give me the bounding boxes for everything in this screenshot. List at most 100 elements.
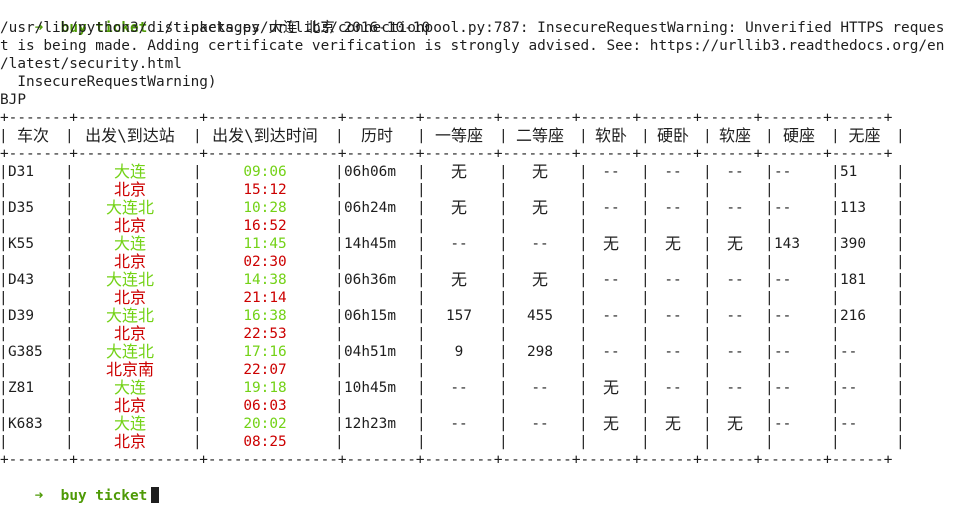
column-divider: | [641, 164, 650, 180]
cell-first: -- [450, 236, 468, 252]
cell-no-seat: 181 [840, 272, 866, 288]
arrival-station: 北京 [113, 324, 146, 343]
column-divider: | [0, 344, 8, 360]
departure-time: 16:38 [243, 308, 287, 324]
column-divider: | [417, 308, 426, 324]
column-divider: | [896, 416, 905, 432]
column-divider: | [703, 398, 712, 414]
table-header-border: +-------+--------------+---------------+… [0, 146, 893, 162]
column-divider: | [0, 128, 8, 144]
cell-soft-seat: 无 [726, 234, 743, 253]
column-divider: | [703, 236, 712, 252]
column-divider: | [703, 272, 712, 288]
arrival-station: 北京 [113, 216, 146, 235]
column-divider: | [896, 308, 905, 324]
cell-soft-seat: 无 [726, 414, 743, 433]
departure-station: 大连 [113, 414, 146, 433]
column-divider: | [193, 434, 202, 450]
arrival-time: 21:14 [243, 290, 287, 306]
cell-hard-seat: -- [774, 416, 792, 432]
departure-station: 大连 [113, 234, 146, 253]
cell-second: 298 [527, 344, 553, 360]
column-divider: | [335, 164, 344, 180]
column-divider: | [765, 326, 774, 342]
terminal-window[interactable]: ➜ buy ticket ./tickets.py 大连 北京 2016-10-… [0, 0, 980, 504]
cell-hard-sleep: -- [664, 344, 682, 360]
column-divider: | [765, 272, 774, 288]
column-divider: | [831, 362, 840, 378]
departure-station: 大连北 [105, 342, 154, 361]
column-divider: | [335, 326, 344, 342]
column-divider: | [579, 254, 588, 270]
column-divider: | [193, 218, 202, 234]
arrival-time: 22:53 [243, 326, 287, 342]
column-divider: | [193, 326, 202, 342]
column-divider: | [0, 434, 8, 450]
column-header: 历时 [360, 126, 393, 145]
arrival-station: 北京 [113, 288, 146, 307]
column-divider: | [417, 182, 426, 198]
column-divider: | [896, 218, 905, 234]
cell-hard-sleep: 无 [664, 234, 681, 253]
column-divider: | [765, 200, 774, 216]
column-divider: | [703, 344, 712, 360]
column-divider: | [579, 416, 588, 432]
cell-dur: 04h51m [344, 344, 396, 360]
column-divider: | [499, 128, 508, 144]
cell-train: G385 [8, 344, 43, 360]
column-divider: | [831, 200, 840, 216]
arrival-time: 02:30 [243, 254, 287, 270]
column-divider: | [765, 164, 774, 180]
column-divider: | [193, 236, 202, 252]
cell-second: -- [531, 236, 549, 252]
arrival-time: 15:12 [243, 182, 287, 198]
column-divider: | [579, 272, 588, 288]
column-divider: | [193, 254, 202, 270]
cell-second: -- [531, 380, 549, 396]
cell-no-seat: -- [840, 380, 858, 396]
column-divider: | [0, 236, 8, 252]
column-divider: | [499, 416, 508, 432]
column-divider: | [335, 416, 344, 432]
cell-hard-sleep: -- [664, 200, 682, 216]
cell-hard-sleep: -- [664, 272, 682, 288]
column-divider: | [703, 362, 712, 378]
cell-hard-seat: -- [774, 380, 792, 396]
arrival-time: 06:03 [243, 398, 287, 414]
cell-soft-sleep: -- [602, 272, 620, 288]
column-divider: | [499, 308, 508, 324]
column-divider: | [579, 380, 588, 396]
cell-dur: 06h36m [344, 272, 396, 288]
column-divider: | [896, 398, 905, 414]
column-divider: | [499, 200, 508, 216]
cell-soft-seat: -- [726, 380, 744, 396]
cell-no-seat: 51 [840, 164, 858, 180]
final-prompt-line[interactable]: ➜ buy ticket [0, 469, 160, 504]
column-divider: | [499, 236, 508, 252]
arrival-station: 北京 [113, 252, 146, 271]
column-divider: | [703, 326, 712, 342]
cell-train: D35 [8, 200, 34, 216]
column-divider: | [579, 344, 588, 360]
column-divider: | [417, 362, 426, 378]
column-divider: | [641, 290, 650, 306]
column-divider: | [499, 380, 508, 396]
departure-time: 14:38 [243, 272, 287, 288]
cell-soft-seat: -- [726, 344, 744, 360]
column-divider: | [499, 398, 508, 414]
cell-no-seat: 390 [840, 236, 866, 252]
cell-no-seat: 216 [840, 308, 866, 324]
column-divider: | [831, 326, 840, 342]
column-divider: | [65, 308, 74, 324]
column-divider: | [831, 164, 840, 180]
cell-hard-seat: -- [774, 200, 792, 216]
departure-station: 大连北 [105, 270, 154, 289]
column-divider: | [579, 398, 588, 414]
cell-soft-seat: -- [726, 272, 744, 288]
cell-soft-sleep: -- [602, 308, 620, 324]
column-divider: | [335, 272, 344, 288]
arrival-station: 北京 [113, 180, 146, 199]
column-divider: | [765, 434, 774, 450]
cell-first: -- [450, 416, 468, 432]
column-header: 一等座 [434, 126, 483, 145]
